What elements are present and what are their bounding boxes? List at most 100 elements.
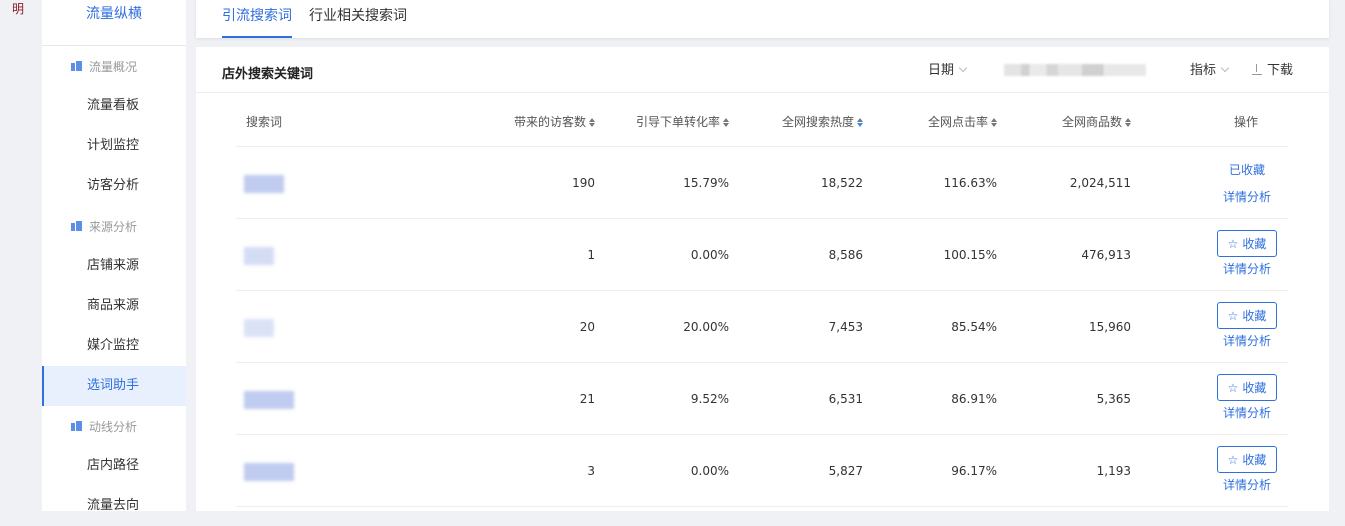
cell-goods: 476,913 xyxy=(1081,248,1131,262)
header-goods-label: 全网商品数 xyxy=(1061,115,1122,129)
detail-analysis-link[interactable]: 详情分析 xyxy=(1223,404,1271,421)
collect-button[interactable]: ☆ 收藏 xyxy=(1217,302,1277,329)
star-icon: ☆ xyxy=(1227,452,1239,467)
cell-heat: 7,453 xyxy=(828,320,863,334)
sidebar-item-media-monitor[interactable]: 媒介监控 xyxy=(42,326,186,366)
date-label: 日期 xyxy=(928,63,955,78)
building-icon xyxy=(71,61,82,71)
sidebar-item-traffic-flow[interactable]: 流量去向 xyxy=(42,486,186,526)
keyword-cell[interactable] xyxy=(244,463,294,481)
collect-label: 收藏 xyxy=(1242,309,1267,323)
header-keyword: 搜索词 xyxy=(246,115,283,129)
cell-conversion: 9.52% xyxy=(690,392,729,406)
sidebar-item-store-path[interactable]: 店内路径 xyxy=(42,446,186,486)
sort-icon xyxy=(991,118,997,127)
detail-analysis-link[interactable]: 详情分析 xyxy=(1223,476,1271,493)
cell-conversion: 0.00% xyxy=(690,464,729,478)
collected-link[interactable]: 已收藏 xyxy=(1229,161,1265,178)
table-header: 搜索词 带来的访客数 引导下单转化率 全网搜索热度 全网点击率 全网商品数 操作 xyxy=(236,94,1288,147)
sidebar-group-label: 动线分析 xyxy=(89,419,138,434)
detail-analysis-link[interactable]: 详情分析 xyxy=(1223,188,1271,205)
sort-icon xyxy=(589,118,595,127)
header-visitors-label: 带来的访客数 xyxy=(513,115,586,129)
metric-label: 指标 xyxy=(1190,63,1217,78)
chevron-down-icon xyxy=(958,63,968,73)
keyword-cell[interactable] xyxy=(244,247,274,265)
sort-icon xyxy=(723,118,729,127)
date-dropdown[interactable]: 日期 xyxy=(928,59,968,78)
sort-desc-icon xyxy=(857,118,863,127)
sidebar-item-shop-source[interactable]: 店铺来源 xyxy=(42,246,186,286)
cell-conversion: 15.79% xyxy=(683,176,729,190)
cell-ctr: 86.91% xyxy=(951,392,997,406)
tab-traffic-keywords[interactable]: 引流搜索词 xyxy=(222,0,292,38)
collect-button[interactable]: ☆ 收藏 xyxy=(1217,230,1277,257)
cell-visitors: 190 xyxy=(572,176,595,190)
keyword-panel: 店外搜索关键词 日期 指标 下载 搜索词 带来的访客数 引导下单转化率 全网搜索… xyxy=(196,47,1329,511)
star-icon: ☆ xyxy=(1227,308,1239,323)
sidebar-group-label: 流量概况 xyxy=(89,59,138,74)
cell-visitors: 21 xyxy=(579,392,595,406)
collect-label: 收藏 xyxy=(1242,453,1267,467)
tab-bar: 引流搜索词 行业相关搜索词 xyxy=(196,0,1329,38)
cell-ctr: 85.54% xyxy=(951,320,997,334)
sidebar-group-label: 来源分析 xyxy=(89,219,138,234)
cell-visitors: 1 xyxy=(587,248,595,262)
sidebar-group-path: 动线分析 xyxy=(42,406,186,446)
keyword-cell[interactable] xyxy=(244,391,294,409)
sidebar-item-keyword-helper[interactable]: 选词助手 xyxy=(42,366,186,406)
chevron-down-icon xyxy=(1220,63,1230,73)
cell-visitors: 3 xyxy=(587,464,595,478)
collect-button[interactable]: ☆ 收藏 xyxy=(1217,374,1277,401)
cell-ctr: 100.15% xyxy=(943,248,997,262)
cell-ctr: 96.17% xyxy=(951,464,997,478)
cell-conversion: 20.00% xyxy=(683,320,729,334)
keyword-cell[interactable] xyxy=(244,175,284,193)
collect-button[interactable]: ☆ 收藏 xyxy=(1217,446,1277,473)
collect-label: 收藏 xyxy=(1242,381,1267,395)
header-goods[interactable]: 全网商品数 xyxy=(1062,113,1131,130)
keyword-table: 搜索词 带来的访客数 引导下单转化率 全网搜索热度 全网点击率 全网商品数 操作… xyxy=(236,94,1288,507)
tab-industry-keywords[interactable]: 行业相关搜索词 xyxy=(309,0,407,38)
cell-heat: 5,827 xyxy=(828,464,863,478)
metric-dropdown[interactable]: 指标 xyxy=(1190,59,1230,78)
detail-analysis-link[interactable]: 详情分析 xyxy=(1223,332,1271,349)
table-row: 3 0.00% 5,827 96.17% 1,193 ☆ 收藏 详情分析 xyxy=(236,435,1288,507)
keyword-cell[interactable] xyxy=(244,319,274,337)
cell-goods: 2,024,511 xyxy=(1069,176,1131,190)
star-icon: ☆ xyxy=(1227,236,1239,251)
building-icon xyxy=(71,421,82,431)
cell-goods: 15,960 xyxy=(1089,320,1131,334)
detail-analysis-link[interactable]: 详情分析 xyxy=(1223,260,1271,277)
header-conversion[interactable]: 引导下单转化率 xyxy=(636,113,729,130)
header-visitors[interactable]: 带来的访客数 xyxy=(514,113,595,130)
building-icon xyxy=(71,221,82,231)
panel-title: 店外搜索关键词 xyxy=(222,67,314,82)
header-ctr[interactable]: 全网点击率 xyxy=(928,113,997,130)
collect-label: 收藏 xyxy=(1242,237,1267,251)
cell-heat: 18,522 xyxy=(821,176,863,190)
sidebar-item-plan-monitor[interactable]: 计划监控 xyxy=(42,126,186,166)
cell-ctr: 116.63% xyxy=(943,176,997,190)
download-button[interactable]: 下载 xyxy=(1252,59,1293,78)
star-icon: ☆ xyxy=(1227,380,1239,395)
cell-heat: 6,531 xyxy=(828,392,863,406)
date-range-value xyxy=(1004,64,1146,76)
panel-header: 店外搜索关键词 日期 指标 下载 xyxy=(196,47,1329,93)
header-conversion-label: 引导下单转化率 xyxy=(635,115,720,129)
cell-visitors: 20 xyxy=(579,320,595,334)
cell-goods: 5,365 xyxy=(1096,392,1131,406)
sidebar-group-overview: 流量概况 xyxy=(42,46,186,86)
sidebar: 流量纵横 流量概况 流量看板 计划监控 访客分析 来源分析 店铺来源 商品来源 … xyxy=(42,0,186,513)
table-row: 1 0.00% 8,586 100.15% 476,913 ☆ 收藏 详情分析 xyxy=(236,219,1288,291)
cell-heat: 8,586 xyxy=(828,248,863,262)
sidebar-item-product-source[interactable]: 商品来源 xyxy=(42,286,186,326)
sidebar-item-dashboard[interactable]: 流量看板 xyxy=(42,86,186,126)
header-ctr-label: 全网点击率 xyxy=(927,115,988,129)
download-icon xyxy=(1252,64,1262,75)
sidebar-title[interactable]: 流量纵横 xyxy=(42,0,186,46)
sidebar-item-visitor-analysis[interactable]: 访客分析 xyxy=(42,166,186,206)
header-heat[interactable]: 全网搜索热度 xyxy=(782,113,863,130)
sort-icon xyxy=(1125,118,1131,127)
corner-text: 明 xyxy=(12,2,25,16)
